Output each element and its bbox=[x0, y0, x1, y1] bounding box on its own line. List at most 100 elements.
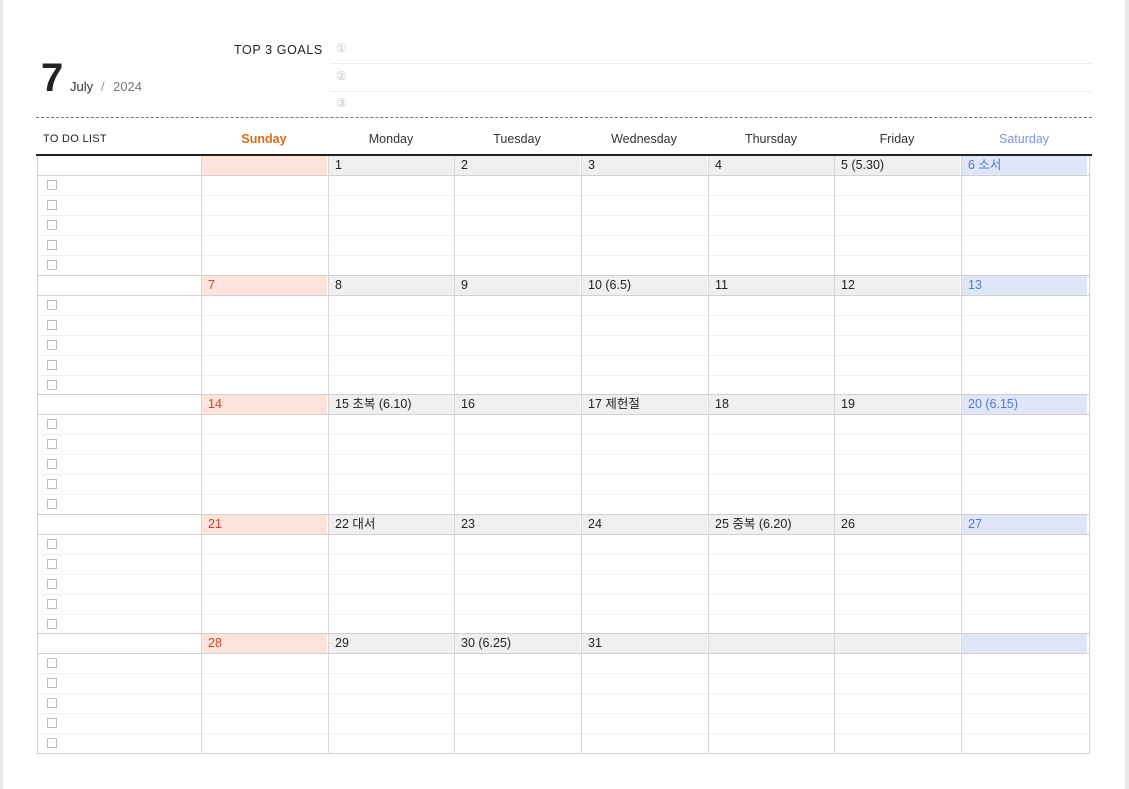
date-cell-thursday[interactable]: 4 bbox=[708, 156, 834, 175]
todo-checkbox[interactable] bbox=[47, 459, 57, 469]
todo-checkbox[interactable] bbox=[47, 479, 57, 489]
date-cell-sunday[interactable]: 7 bbox=[201, 276, 327, 295]
column-divider bbox=[834, 156, 835, 754]
todo-checkbox[interactable] bbox=[47, 658, 57, 668]
goal-number-2: ② bbox=[336, 69, 347, 83]
writing-line bbox=[38, 215, 1089, 216]
writing-line bbox=[38, 733, 1089, 734]
date-cell-sunday[interactable]: 28 bbox=[201, 634, 327, 653]
goal-row-1[interactable]: ① bbox=[330, 36, 1092, 64]
todo-checkbox[interactable] bbox=[47, 419, 57, 429]
todo-checkbox[interactable] bbox=[47, 499, 57, 509]
dayname-saturday: Saturday bbox=[998, 132, 1050, 146]
todo-checkbox[interactable] bbox=[47, 439, 57, 449]
year: 2024 bbox=[113, 79, 142, 94]
goal-row-3[interactable]: ③ bbox=[330, 91, 1092, 118]
column-divider bbox=[708, 156, 709, 754]
date-cell-tuesday[interactable]: 16 bbox=[454, 395, 580, 414]
writing-line bbox=[38, 315, 1089, 316]
column-divider bbox=[961, 156, 962, 754]
todo-checkbox[interactable] bbox=[47, 180, 57, 190]
date-cell-wednesday[interactable]: 10 (6.5) bbox=[581, 276, 707, 295]
writing-line bbox=[38, 713, 1089, 714]
date-cell-wednesday[interactable]: 31 bbox=[581, 634, 707, 653]
date-cell-saturday[interactable]: 13 bbox=[961, 276, 1087, 295]
date-cell-thursday[interactable]: 25 중복 (6.20) bbox=[708, 515, 834, 534]
dayname-sunday: Sunday bbox=[241, 132, 287, 146]
dayname-tuesday: Tuesday bbox=[493, 132, 541, 146]
todo-checkbox[interactable] bbox=[47, 579, 57, 589]
date-cell-sunday[interactable]: 14 bbox=[201, 395, 327, 414]
date-cell-wednesday[interactable]: 17 제헌절 bbox=[581, 395, 707, 414]
writing-line bbox=[38, 693, 1089, 694]
date-cell-thursday[interactable]: 18 bbox=[708, 395, 834, 414]
date-cell-monday[interactable]: 22 대서 bbox=[328, 515, 454, 534]
todo-checkbox[interactable] bbox=[47, 718, 57, 728]
todo-list-header: TO DO LIST bbox=[43, 133, 107, 145]
todo-checkbox[interactable] bbox=[47, 599, 57, 609]
todo-checkbox[interactable] bbox=[47, 698, 57, 708]
month-number: 7 bbox=[41, 56, 64, 100]
goal-row-2[interactable]: ② bbox=[330, 64, 1092, 92]
column-divider bbox=[201, 156, 202, 754]
column-divider bbox=[454, 156, 455, 754]
week-row-1: 12345 (5.30) 6 소서 bbox=[38, 156, 1089, 276]
todo-checkbox[interactable] bbox=[47, 619, 57, 629]
writing-line bbox=[38, 494, 1089, 495]
date-cell-sunday[interactable] bbox=[201, 156, 327, 175]
todo-checkbox[interactable] bbox=[47, 360, 57, 370]
writing-line bbox=[38, 335, 1089, 336]
todo-checkbox[interactable] bbox=[47, 738, 57, 748]
date-cell-friday[interactable]: 19 bbox=[834, 395, 960, 414]
writing-line bbox=[38, 195, 1089, 196]
date-cell-friday[interactable]: 26 bbox=[834, 515, 960, 534]
dashed-divider bbox=[36, 117, 1092, 118]
month-year-separator: / bbox=[101, 79, 105, 94]
date-cell-thursday[interactable]: 11 bbox=[708, 276, 834, 295]
goal-number-1: ① bbox=[336, 41, 347, 55]
date-cell-wednesday[interactable]: 3 bbox=[581, 156, 707, 175]
column-divider bbox=[328, 156, 329, 754]
date-cell-tuesday[interactable]: 2 bbox=[454, 156, 580, 175]
date-cell-monday[interactable]: 8 bbox=[328, 276, 454, 295]
date-cell-wednesday[interactable]: 24 bbox=[581, 515, 707, 534]
date-cell-thursday[interactable] bbox=[708, 634, 834, 653]
todo-checkbox[interactable] bbox=[47, 380, 57, 390]
writing-line bbox=[38, 673, 1089, 674]
todo-checkbox[interactable] bbox=[47, 678, 57, 688]
date-cell-saturday[interactable]: 6 소서 bbox=[961, 156, 1087, 175]
todo-checkbox[interactable] bbox=[47, 300, 57, 310]
date-cell-monday[interactable]: 15 초복 (6.10) bbox=[328, 395, 454, 414]
date-cell-tuesday[interactable]: 9 bbox=[454, 276, 580, 295]
week-row-2: 7 8 9 10 (6.5) 11 12 13 bbox=[38, 275, 1089, 396]
month-name: July bbox=[70, 79, 94, 94]
todo-checkbox[interactable] bbox=[47, 200, 57, 210]
date-cell-friday[interactable]: 12 bbox=[834, 276, 960, 295]
todo-checkbox[interactable] bbox=[47, 559, 57, 569]
date-cell-friday[interactable] bbox=[834, 634, 960, 653]
date-cell-friday[interactable]: 5 (5.30) bbox=[834, 156, 960, 175]
week-row-4: 21 22 대서 23 24 25 중복 (6.20) 26 27 bbox=[38, 514, 1089, 635]
date-cell-tuesday[interactable]: 30 (6.25) bbox=[454, 634, 580, 653]
todo-checkbox[interactable] bbox=[47, 240, 57, 250]
date-cell-saturday[interactable]: 27 bbox=[961, 515, 1087, 534]
writing-line bbox=[38, 355, 1089, 356]
writing-line bbox=[38, 474, 1089, 475]
todo-checkbox[interactable] bbox=[47, 340, 57, 350]
dayname-monday: Monday bbox=[368, 132, 414, 146]
writing-line bbox=[38, 375, 1089, 376]
date-cell-tuesday[interactable]: 23 bbox=[454, 515, 580, 534]
writing-line bbox=[38, 235, 1089, 236]
todo-checkbox[interactable] bbox=[47, 539, 57, 549]
todo-checkbox[interactable] bbox=[47, 220, 57, 230]
todo-checkbox[interactable] bbox=[47, 260, 57, 270]
date-cell-monday[interactable]: 1 bbox=[328, 156, 454, 175]
date-cell-saturday[interactable]: 20 (6.15) bbox=[961, 395, 1087, 414]
date-cell-saturday[interactable] bbox=[961, 634, 1087, 653]
date-cell-monday[interactable]: 29 bbox=[328, 634, 454, 653]
dayname-thursday: Thursday bbox=[744, 132, 798, 146]
todo-checkbox[interactable] bbox=[47, 320, 57, 330]
writing-line bbox=[38, 614, 1089, 615]
week-row-5: 28 29 30 (6.25) 31 bbox=[38, 633, 1089, 754]
date-cell-sunday[interactable]: 21 bbox=[201, 515, 327, 534]
